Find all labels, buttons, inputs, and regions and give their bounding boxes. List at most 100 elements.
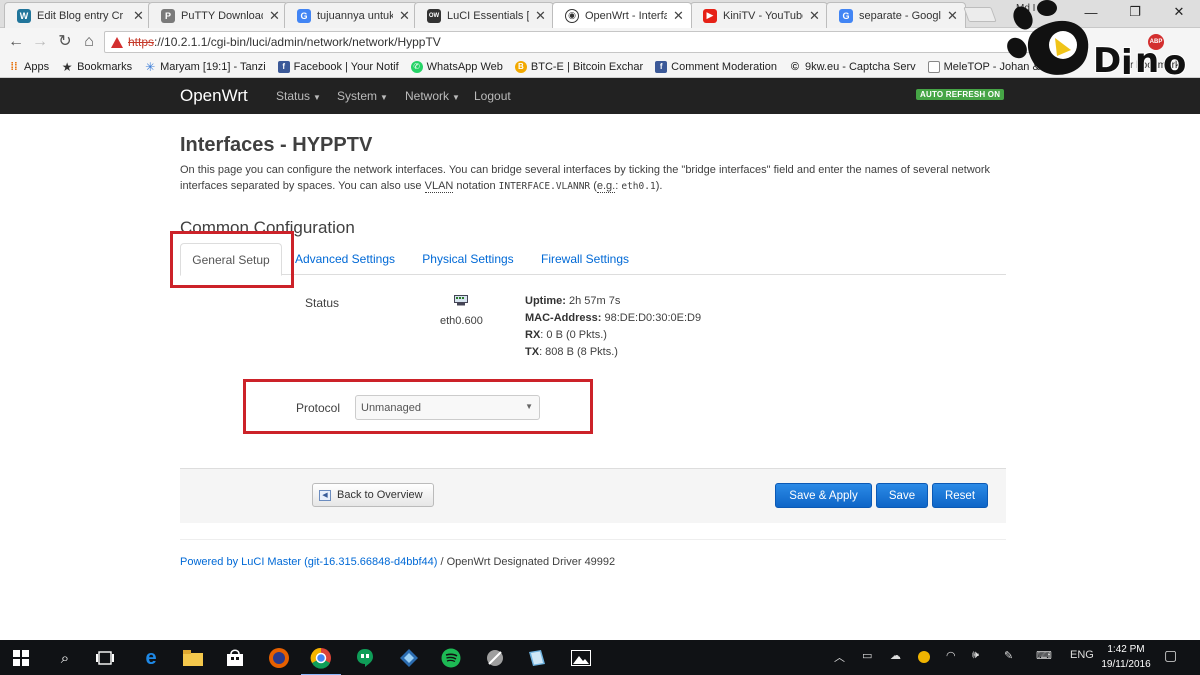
tab-advanced-settings[interactable]: Advanced Settings	[290, 243, 400, 275]
auto-refresh-badge[interactable]: AUTO REFRESH ON	[916, 89, 1005, 100]
clock-time: 1:42 PM	[1107, 644, 1145, 655]
browser-tab-google-1[interactable]: G tujuannya untuk ✕	[284, 2, 418, 28]
tab-physical-settings[interactable]: Physical Settings	[416, 243, 520, 275]
close-icon[interactable]: ✕	[269, 8, 281, 24]
rx-value: : 0 B (0 Pkts.)	[540, 329, 607, 341]
new-tab-button[interactable]	[963, 7, 997, 22]
menu-network[interactable]: Network ▼	[405, 89, 460, 103]
tray-app-orange-icon[interactable]	[918, 651, 930, 663]
windows-start-icon[interactable]	[8, 645, 34, 671]
desc-code: eth0.1	[621, 181, 656, 192]
menu-system[interactable]: System ▼	[337, 89, 388, 103]
reset-button[interactable]: Reset	[932, 483, 988, 508]
chrome-icon[interactable]	[301, 645, 341, 675]
file-explorer-icon[interactable]	[180, 645, 206, 671]
taskbar-clock[interactable]: 1:42 PM 19/11/2016	[1097, 642, 1155, 672]
language-indicator[interactable]: ENG	[1070, 649, 1094, 661]
page-title: Interfaces - HYPPTV	[180, 134, 373, 156]
bookmark-bookmarks[interactable]: ★ Bookmarks	[61, 59, 133, 74]
spotify-icon[interactable]	[438, 645, 464, 671]
tab-label: PuTTY Download	[181, 9, 263, 22]
pen-icon[interactable]: ✎	[1004, 649, 1013, 662]
caret-down-icon: ▼	[452, 93, 460, 102]
keyboard-icon[interactable]: ⌨	[1036, 649, 1052, 662]
bookmark-9kw[interactable]: © 9kw.eu - Captcha Serv	[789, 61, 916, 73]
close-icon[interactable]: ✕	[809, 8, 821, 24]
close-icon[interactable]: ✕	[133, 8, 145, 24]
openwrt-icon: OW	[427, 8, 441, 23]
firefox-icon[interactable]	[266, 645, 292, 671]
svg-text:n: n	[1135, 41, 1159, 81]
hangouts-icon[interactable]	[352, 645, 378, 671]
menu-logout[interactable]: Logout	[474, 89, 511, 103]
save-apply-button[interactable]: Save & Apply	[775, 483, 872, 508]
tab-label: separate - Googl	[859, 9, 941, 22]
highlight-general-setup	[170, 231, 294, 288]
caret-down-icon: ▼	[313, 93, 321, 102]
store-icon[interactable]	[222, 645, 248, 671]
bookmark-btce[interactable]: B BTC-E | Bitcoin Exchar	[514, 60, 643, 73]
reload-icon[interactable]: ↻	[55, 32, 75, 52]
close-icon[interactable]: ✕	[673, 8, 685, 24]
tab-label: tujuannya untuk	[317, 9, 393, 22]
ethernet-port-icon	[454, 295, 468, 306]
bookmark-label: Bookmarks	[77, 60, 133, 73]
status-label: Status	[305, 296, 340, 310]
browser-tab-luci-essentials[interactable]: OW LuCI Essentials [C ✕	[414, 2, 554, 28]
tx-label: TX	[525, 346, 540, 358]
app-diamond-icon[interactable]	[396, 645, 422, 671]
putty-icon: P	[161, 8, 175, 23]
task-view-icon[interactable]	[92, 645, 118, 671]
bookmark-label: WhatsApp Web	[426, 60, 503, 73]
footer-divider	[180, 539, 1006, 540]
tab-firewall-settings[interactable]: Firewall Settings	[536, 243, 634, 275]
browser-tab-putty[interactable]: P PuTTY Download ✕	[148, 2, 288, 28]
search-icon[interactable]: ⌕	[52, 645, 78, 671]
tx-line: TX: 808 B (8 Pkts.)	[525, 346, 618, 358]
bookmark-label: Apps	[24, 60, 50, 73]
vlan-abbr: VLAN	[424, 180, 454, 193]
close-icon[interactable]: ✕	[399, 8, 411, 24]
bookmark-facebook[interactable]: f Facebook | Your Notif	[277, 60, 399, 73]
edge-browser-icon[interactable]: e	[138, 645, 164, 671]
rx-label: RX	[525, 329, 541, 341]
openwrt-brand[interactable]: OpenWrt	[180, 86, 248, 106]
tray-app-icon[interactable]: ☁	[890, 649, 901, 662]
luci-version-link[interactable]: Powered by LuCI Master (git-16.315.66848…	[180, 556, 437, 568]
tray-chevron-up-icon[interactable]: ︿	[834, 649, 845, 665]
caret-down-icon: ▼	[380, 93, 388, 102]
browser-tab-openwrt[interactable]: ◉ OpenWrt - Interfa ✕	[552, 2, 692, 28]
close-icon[interactable]: ✕	[947, 8, 959, 24]
wifi-icon[interactable]: ◠	[946, 649, 956, 662]
bookmark-comment-moderation[interactable]: f Comment Moderation	[655, 60, 777, 73]
back-arrow-icon[interactable]: ←	[6, 32, 26, 52]
google-icon: G	[297, 8, 311, 23]
url-scheme: https	[128, 35, 155, 49]
star-icon: ★	[61, 59, 73, 74]
desc-text: ).	[655, 180, 663, 192]
app-tools-icon[interactable]	[482, 645, 508, 671]
protocol-select[interactable]: Unmanaged ▼	[355, 395, 540, 420]
chevron-down-icon: ▼	[525, 402, 533, 411]
not-secure-warning-icon[interactable]	[111, 36, 123, 48]
browser-tab-google-2[interactable]: G separate - Googl ✕	[826, 2, 966, 28]
mac-line: MAC-Address: 98:DE:D0:30:0E:D9	[525, 312, 701, 324]
save-button[interactable]: Save	[876, 483, 928, 508]
menu-status[interactable]: Status ▼	[276, 89, 321, 103]
close-icon[interactable]: ✕	[535, 8, 547, 24]
back-to-overview-button[interactable]: ◀ Back to Overview	[312, 483, 434, 507]
tab-label: Edit Blog entry Cr	[37, 9, 124, 22]
address-bar[interactable]: https://10.2.1.1/cgi-bin/luci/admin/netw…	[104, 31, 1064, 53]
tray-device-icon[interactable]: ▭	[862, 649, 872, 662]
forward-arrow-icon[interactable]: →	[30, 32, 50, 52]
app-book-icon[interactable]	[524, 645, 550, 671]
notifications-icon[interactable]: ▢	[1164, 647, 1177, 664]
volume-icon[interactable]: 🕪	[972, 649, 979, 662]
browser-tab-youtube[interactable]: ▶ KiniTV - YouTube ✕	[690, 2, 828, 28]
home-icon[interactable]: ⌂	[79, 32, 99, 52]
photos-icon[interactable]	[568, 645, 594, 671]
bookmark-whatsapp[interactable]: ✆ WhatsApp Web	[410, 60, 503, 73]
browser-tab-edit-blog[interactable]: W Edit Blog entry Cr ✕	[4, 2, 152, 28]
bookmark-maryam[interactable]: ✳ Maryam [19:1] - Tanzi	[144, 60, 266, 74]
bookmark-apps[interactable]: ⁞⁞ Apps	[8, 61, 49, 73]
